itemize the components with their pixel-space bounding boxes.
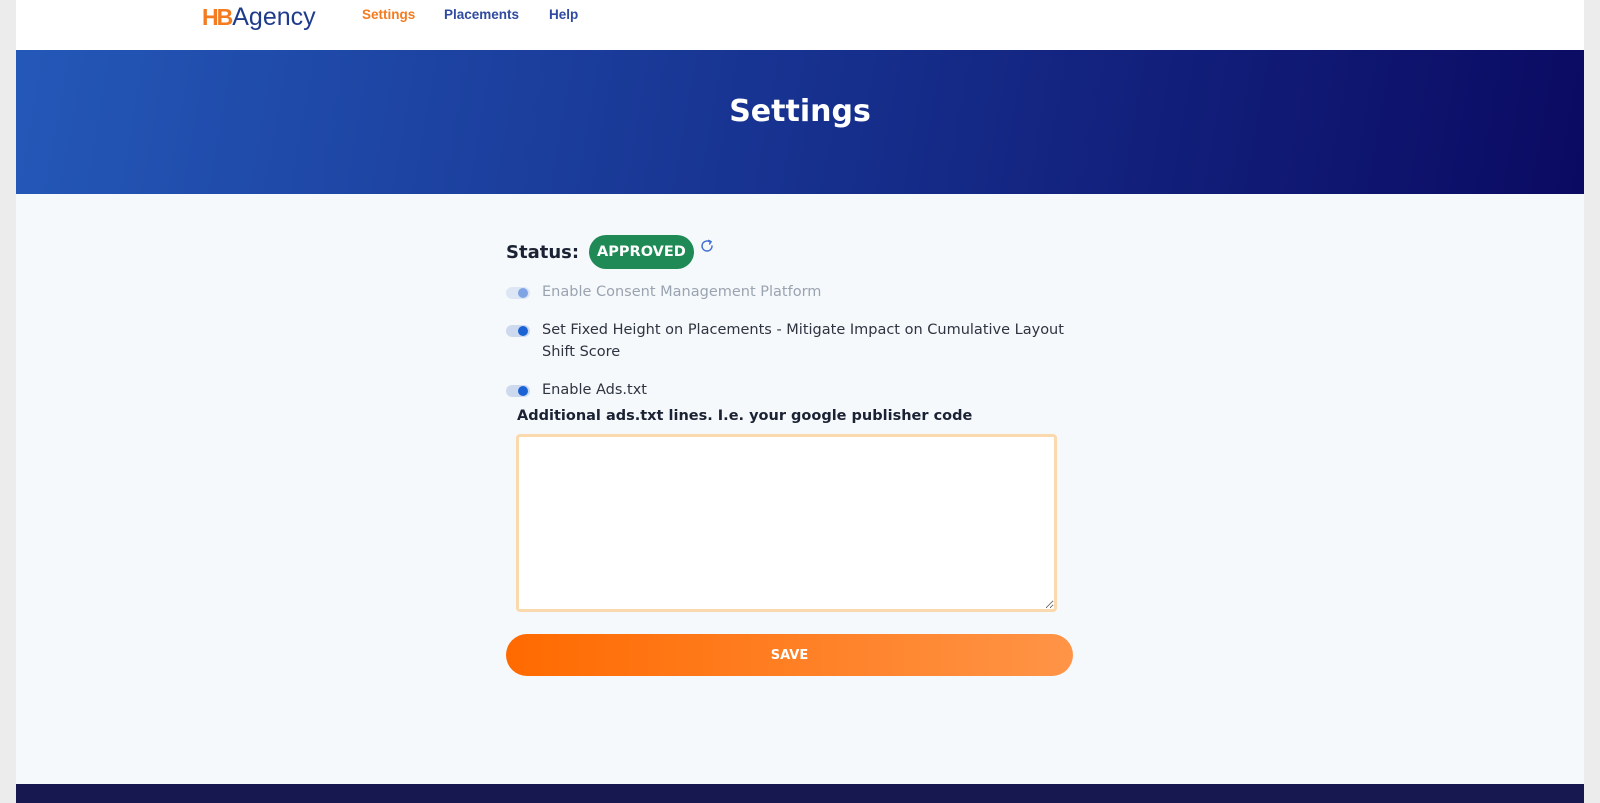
toggle-knob xyxy=(518,288,528,298)
page-banner: Settings xyxy=(16,50,1584,194)
nav-help[interactable]: Help xyxy=(549,7,578,22)
status-badge: APPROVED xyxy=(589,235,694,269)
ads-txt-toggle[interactable] xyxy=(506,385,530,397)
status-label: Status: xyxy=(506,241,580,263)
toggle-knob xyxy=(518,386,528,396)
consent-toggle-label: Enable Consent Management Platform xyxy=(542,284,822,300)
nav-placements[interactable]: Placements xyxy=(444,7,519,22)
nav-settings[interactable]: Settings xyxy=(362,7,415,22)
page: HB Agency Settings Placements Help Setti… xyxy=(16,0,1584,803)
ads-txt-field-label: Additional ads.txt lines. I.e. your goog… xyxy=(517,408,973,424)
logo-mark: HB xyxy=(202,3,233,30)
toggle-row-ads-txt: Enable Ads.txt xyxy=(506,382,647,401)
toggle-knob xyxy=(518,326,528,336)
save-button[interactable]: SAVE xyxy=(506,634,1073,676)
footer-strip xyxy=(16,784,1584,803)
status-row: Status: APPROVED xyxy=(506,234,715,270)
fixed-height-toggle-label: Set Fixed Height on Placements - Mitigat… xyxy=(542,322,1064,360)
brand-logo[interactable]: HB Agency xyxy=(202,2,316,32)
page-title: Settings xyxy=(729,94,871,129)
logo-text: Agency xyxy=(232,2,316,31)
refresh-icon[interactable] xyxy=(699,238,715,254)
ads-txt-textarea[interactable] xyxy=(516,434,1057,612)
top-navbar: HB Agency Settings Placements Help xyxy=(16,0,1584,50)
fixed-height-toggle[interactable] xyxy=(506,325,530,337)
toggle-row-consent: Enable Consent Management Platform xyxy=(506,284,821,303)
ads-txt-toggle-label: Enable Ads.txt xyxy=(542,382,647,398)
consent-toggle[interactable] xyxy=(506,287,530,299)
toggle-row-fixed-height: Set Fixed Height on Placements - Mitigat… xyxy=(506,322,1066,363)
